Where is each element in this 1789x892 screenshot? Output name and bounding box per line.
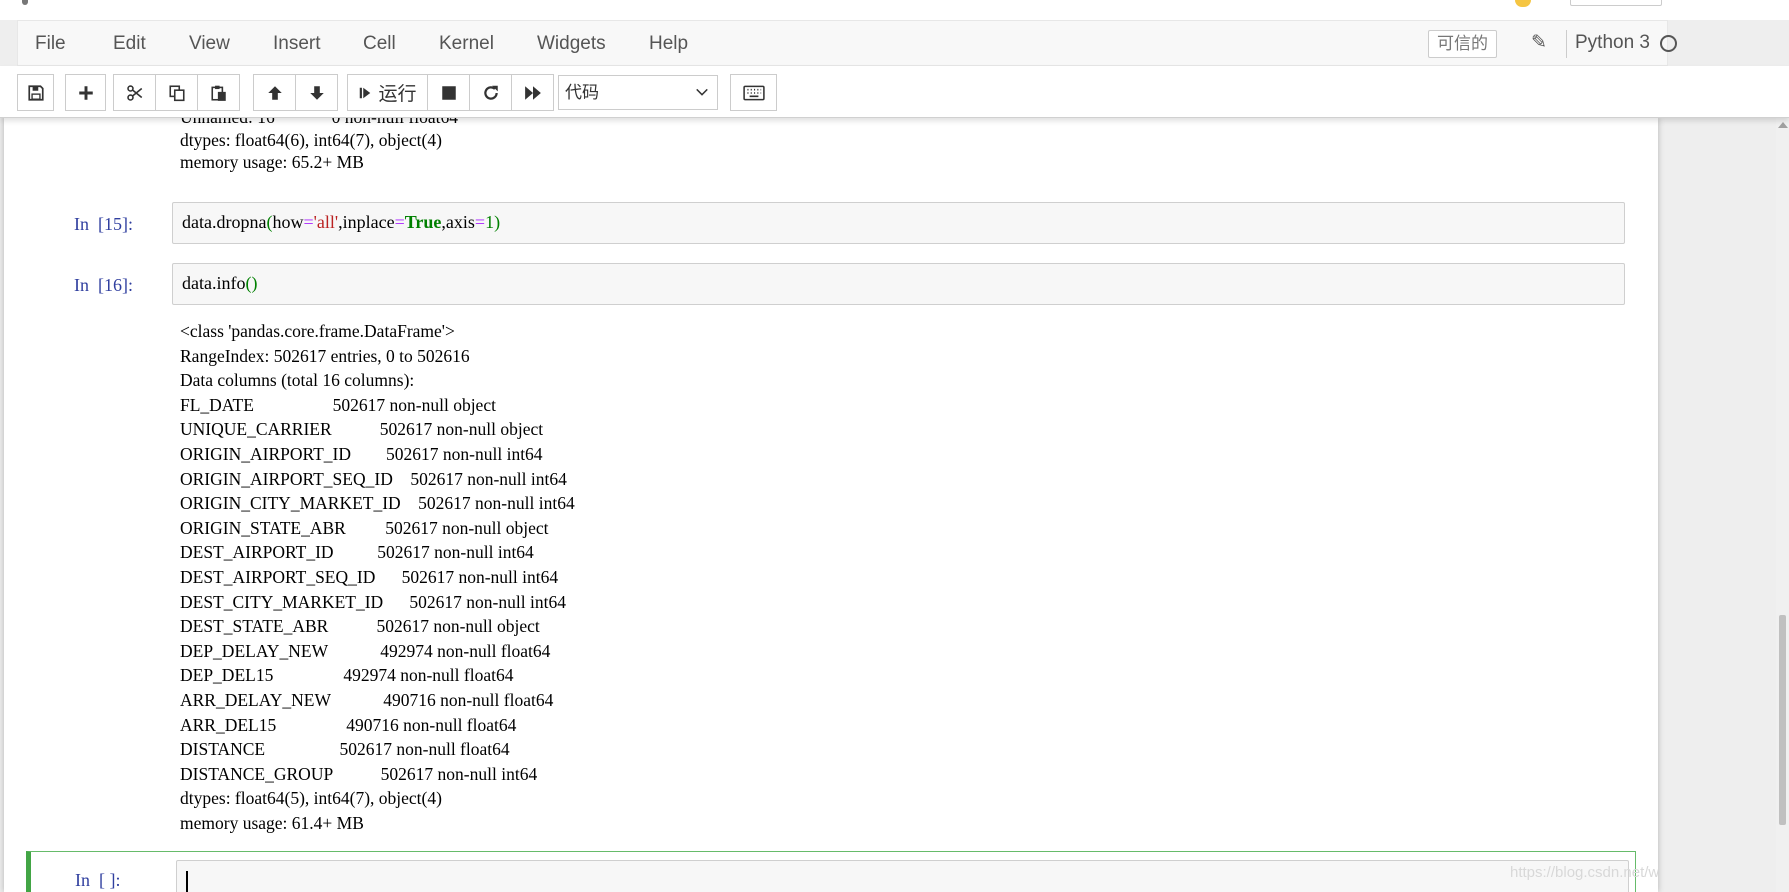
output-line: dtypes: float64(6), int64(7), object(4): [180, 130, 442, 150]
vertical-scrollbar[interactable]: [1776, 118, 1789, 892]
copy-icon: [168, 84, 185, 101]
keyboard-icon: [742, 85, 765, 100]
move-up-button[interactable]: [253, 74, 296, 111]
output-line: ARR_DELAY_NEW 490716 non-null float64: [180, 690, 554, 710]
output-line: FL_DATE 502617 non-null object: [180, 394, 496, 415]
jupyter-notebook-window: File Edit View Insert Cell Kernel Widget…: [0, 0, 1789, 892]
pencil-icon[interactable]: ✎: [1528, 32, 1550, 54]
code-line: data.dropna(how='all',inplace=True,axis=…: [182, 212, 500, 233]
logo-fragment: [22, 0, 28, 5]
code-token: True: [404, 212, 442, 232]
output-line: DEP_DEL15 492974 non-null float64: [180, 665, 514, 686]
kernel-separator: [1566, 30, 1567, 58]
cut-button[interactable]: [113, 74, 156, 111]
cell-type-value: 代码: [565, 83, 599, 102]
code-token: inplace: [342, 212, 395, 232]
output-line: DISTANCE 502617 non-null float64: [180, 739, 510, 760]
output-line: memory usage: 61.4+ MB: [180, 813, 364, 833]
cell-prompt: In [ ]:: [75, 870, 121, 890]
output-line: DISTANCE_GROUP 502617 non-null int64: [180, 763, 538, 784]
code-cell-input[interactable]: data.info(): [172, 263, 1625, 305]
output-line: <class 'pandas.core.frame.DataFrame'>: [180, 321, 455, 341]
output-line: DEST_STATE_ABR 502617 non-null object: [180, 616, 540, 637]
output-line: DEP_DELAY_NEW 492974 non-null float64: [180, 640, 551, 661]
output-line: UNIQUE_CARRIER 502617 non-null object: [180, 419, 544, 440]
code-token: (): [245, 273, 258, 293]
interrupt-kernel-button[interactable]: [427, 74, 470, 111]
scissors-icon: [126, 84, 142, 101]
output-line: ORIGIN_CITY_MARKET_ID 502617 non-null in…: [180, 493, 575, 514]
code-token: =: [474, 212, 486, 232]
code-token: =: [394, 212, 405, 232]
code-token: data.info: [182, 273, 246, 293]
scrollbar-thumb[interactable]: [1779, 615, 1786, 825]
floppy-disk-icon: [27, 84, 44, 101]
selected-cell[interactable]: In [ ]:: [26, 851, 1636, 892]
menu-cell[interactable]: Cell: [363, 33, 396, 55]
menu-help[interactable]: Help: [649, 33, 688, 55]
code-token: ): [494, 212, 501, 232]
code-cell-input[interactable]: data.dropna(how='all',inplace=True,axis=…: [172, 202, 1625, 244]
watermark: https://blog.csdn.net/weixin_43816721: [1510, 864, 1658, 881]
menu-kernel[interactable]: Kernel: [439, 33, 494, 55]
step-forward-icon: [360, 87, 371, 98]
menu-insert[interactable]: Insert: [273, 33, 321, 55]
code-cell-input[interactable]: [176, 860, 1629, 892]
run-button[interactable]: 运行: [347, 74, 428, 111]
refresh-icon: [483, 85, 498, 100]
code-token: how: [272, 212, 304, 232]
paste-button[interactable]: [197, 74, 240, 111]
output-line: ORIGIN_STATE_ABR 502617 non-null object: [180, 517, 549, 538]
output-line: DEST_CITY_MARKET_ID 502617 non-null int6…: [180, 591, 566, 612]
output-line: DEST_AIRPORT_ID 502617 non-null int64: [180, 542, 534, 563]
plus-icon: [78, 85, 93, 100]
text-cursor: [186, 871, 188, 892]
output-line: Data columns (total 16 columns):: [180, 370, 415, 391]
output-line: ORIGIN_AIRPORT_ID 502617 non-null int64: [180, 444, 543, 464]
code-token: =: [303, 212, 314, 232]
output-line: DEST_AIRPORT_SEQ_ID 502617 non-null int6…: [180, 567, 559, 587]
code-token: 'all': [313, 212, 339, 232]
arrow-down-icon: [309, 85, 324, 100]
command-palette-button[interactable]: [730, 74, 777, 111]
menu-view[interactable]: View: [189, 33, 230, 55]
code-token: 1: [485, 212, 495, 232]
header-strip: [0, 0, 1789, 20]
chevron-down-icon: [696, 88, 708, 96]
cell-prompt: In [16]:: [74, 275, 133, 295]
stop-icon: [441, 85, 456, 100]
fast-forward-icon: [524, 85, 541, 100]
cell-prompt: In [15]:: [74, 214, 133, 234]
notification-icon[interactable]: [1515, 0, 1531, 7]
output-line: memory usage: 65.2+ MB: [180, 152, 364, 172]
cell-type-select[interactable]: 代码: [558, 75, 718, 110]
logout-button[interactable]: [1570, 0, 1662, 6]
code-line: data.info(): [182, 273, 257, 294]
restart-kernel-button[interactable]: [469, 74, 512, 111]
menu-edit[interactable]: Edit: [113, 33, 146, 55]
arrow-up-icon: [267, 85, 282, 100]
menubar: File Edit View Insert Cell Kernel Widget…: [17, 20, 1677, 66]
move-down-button[interactable]: [295, 74, 338, 111]
output-line: dtypes: float64(5), int64(7), object(4): [180, 788, 442, 809]
output-line: ARR_DEL15 490716 non-null float64: [180, 714, 517, 735]
scroll-up-arrow-icon[interactable]: [1778, 122, 1788, 128]
menu-widgets[interactable]: Widgets: [537, 33, 606, 55]
output-line: RangeIndex: 502617 entries, 0 to 502616: [180, 345, 470, 366]
trusted-badge[interactable]: 可信的: [1428, 30, 1497, 58]
kernel-name: Python 3: [1575, 32, 1650, 53]
notebook-container[interactable]: Unnamed: 16 0 non-null float64 dtypes: f…: [4, 118, 1658, 892]
save-button[interactable]: [17, 74, 54, 111]
insert-cell-button[interactable]: [65, 74, 106, 111]
clipboard-icon: [210, 85, 226, 101]
restart-run-all-button[interactable]: [511, 74, 554, 111]
kernel-idle-indicator-icon: [1660, 35, 1677, 52]
output-line: ORIGIN_AIRPORT_SEQ_ID 502617 non-null in…: [180, 468, 567, 489]
code-token: axis: [445, 212, 475, 232]
run-button-label: 运行: [378, 84, 417, 105]
menu-file[interactable]: File: [35, 33, 66, 55]
toolbar: 运行 代码: [0, 66, 1789, 118]
copy-button[interactable]: [155, 74, 198, 111]
code-token: data.dropna: [182, 212, 267, 232]
